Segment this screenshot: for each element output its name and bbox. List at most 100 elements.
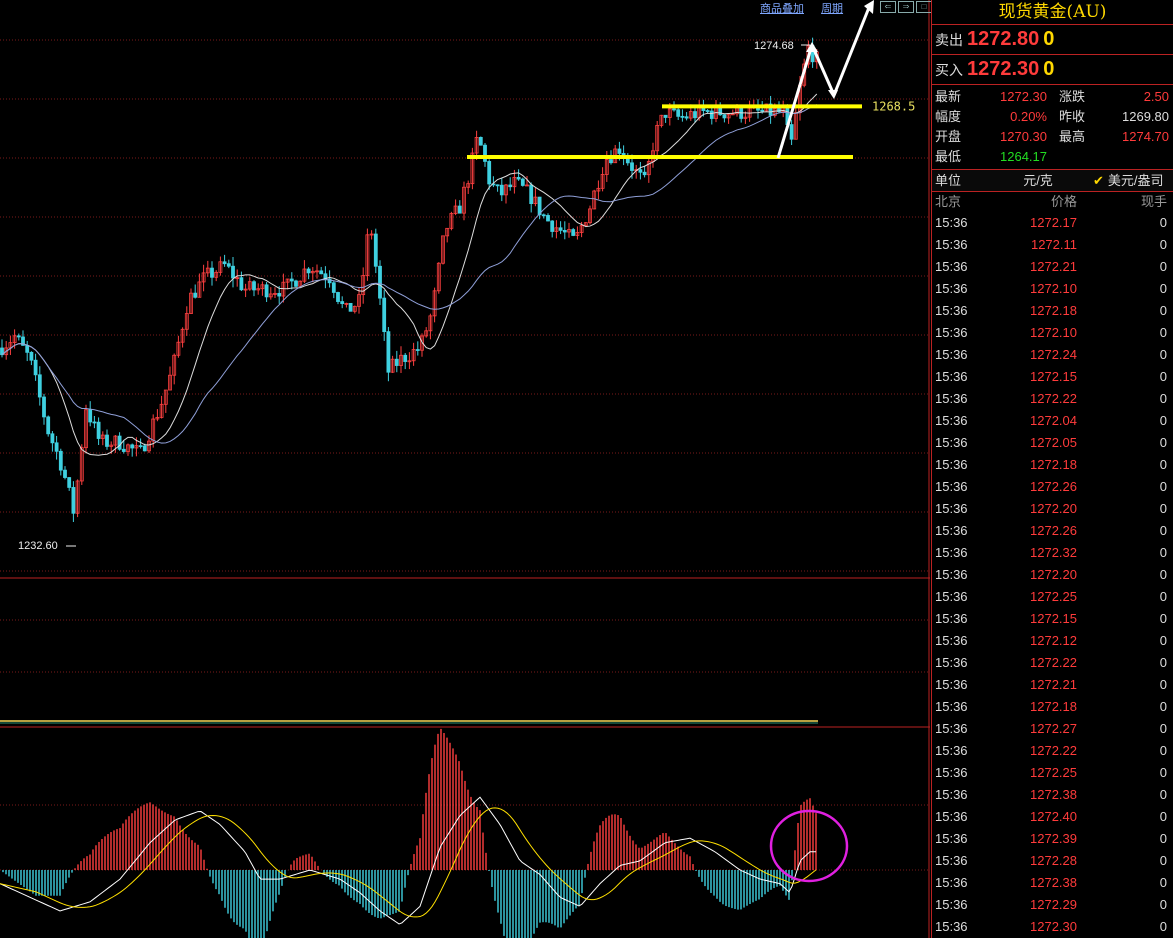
stat-key: 幅度 [935,109,962,124]
candle-body [499,184,504,196]
nav-expand-icon[interactable]: □ [916,1,932,13]
candle-body [319,270,324,275]
tick-volume: 0 [1159,435,1167,450]
candlestick-chart-area[interactable]: 1268.5 1274.68 1232.60 商品叠加 周期 ⇐ ⇒ □ [0,0,932,938]
chart-nav-buttons: ⇐ ⇒ □ [880,1,932,13]
buy-volume: 0 [1043,58,1055,80]
tick-time: 15:36 [935,787,968,802]
tick-time: 15:36 [935,545,968,560]
candle-body [348,302,353,312]
stat-key: 昨收 [1059,109,1086,124]
tick-price: 1272.20 [1030,501,1077,516]
quote-panel: 现货黄金(AU) 卖出 1272.80 0 买入 1272.30 0 最新 12… [931,0,1173,938]
stat-key: 最高 [1059,129,1086,144]
candle-body [415,349,420,351]
buy-price: 1272.30 [967,58,1040,80]
candle-body [550,220,555,232]
candle-body [663,114,668,118]
tick-time: 15:36 [935,259,968,274]
candle-body [722,114,727,119]
ma-line-short [1,93,818,456]
tick-time: 15:36 [935,347,968,362]
low-price-label: 1232.60 [18,540,58,552]
tick-volume: 0 [1159,875,1167,890]
candle-body [340,301,345,305]
tick-price: 1272.04 [1030,413,1077,428]
tick-row: 15:36 1272.26 0 [932,476,1173,498]
candle-body [50,433,55,444]
candle-body [617,148,622,154]
unit-option-usd[interactable]: ✔ 美元/盎司 [1093,170,1173,191]
unit-option-cny[interactable]: 元/克 [983,170,1093,191]
tick-price: 1272.10 [1030,281,1077,296]
tick-price: 1272.26 [1030,479,1077,494]
tick-price: 1272.18 [1030,457,1077,472]
stat-key: 涨跌 [1059,89,1086,104]
tick-row: 15:36 1272.10 0 [932,278,1173,300]
stat-key: 最低 [935,149,962,164]
tick-row: 15:36 1272.38 0 [932,784,1173,806]
sell-quote[interactable]: 卖出 1272.80 0 [932,25,1173,55]
tick-volume: 0 [1159,589,1167,604]
stats-row: 最新 1272.30 涨跌 2.50 [932,87,1173,107]
tick-volume: 0 [1159,809,1167,824]
tick-row: 15:36 1272.29 0 [932,894,1173,916]
stat-value: 1264.17 [1000,149,1047,164]
period-link[interactable]: 周期 [821,3,843,15]
tick-volume: 0 [1159,897,1167,912]
sell-label: 卖出 [935,31,963,48]
chart-svg[interactable]: 1268.5 1274.68 1232.60 [0,0,930,938]
tick-volume: 0 [1159,281,1167,296]
candle-body [46,416,51,435]
tick-time: 15:36 [935,765,968,780]
tick-row: 15:36 1272.38 0 [932,872,1173,894]
tick-price: 1272.39 [1030,831,1077,846]
buy-quote[interactable]: 买入 1272.30 0 [932,55,1173,85]
stat-value: 1272.30 [1000,89,1047,104]
candle-body [252,281,256,291]
candle-body [130,444,135,449]
ticks-list[interactable]: 15:36 1272.17 0 15:36 1272.11 0 15:36 1272.21 0 1… [932,212,1173,938]
tick-row: 15:36 1272.15 0 [932,608,1173,630]
candle-body [71,487,76,514]
candle-body [226,263,231,267]
tick-volume: 0 [1159,523,1167,538]
tick-time: 15:36 [935,369,968,384]
candle-body [239,277,244,291]
candle-body [546,215,550,222]
tick-row: 15:36 1272.40 0 [932,806,1173,828]
col-price-header: 价格 [1050,194,1077,209]
candle-body [386,331,391,373]
tick-row: 15:36 1272.15 0 [932,366,1173,388]
tick-volume: 0 [1159,413,1167,428]
tick-volume: 0 [1159,215,1167,230]
instrument-title: 现货黄金(AU) [932,0,1173,25]
candle-body [29,351,34,361]
tick-volume: 0 [1159,237,1167,252]
tick-row: 15:36 1272.22 0 [932,740,1173,762]
tick-time: 15:36 [935,721,968,736]
tick-time: 15:36 [935,413,968,428]
tick-volume: 0 [1159,655,1167,670]
tick-price: 1272.22 [1030,391,1077,406]
nav-right-icon[interactable]: ⇒ [898,1,914,13]
tick-volume: 0 [1159,831,1167,846]
candle-body [25,344,30,353]
overlay-link[interactable]: 商品叠加 [760,3,804,15]
nav-left-icon[interactable]: ⇐ [880,1,896,13]
tick-price: 1272.28 [1030,853,1077,868]
tick-price: 1272.40 [1030,809,1077,824]
candle-body [403,354,408,362]
candle-body [684,116,689,119]
stat-value: 0.20% [1010,109,1047,124]
tick-time: 15:36 [935,853,968,868]
tick-volume: 0 [1159,633,1167,648]
tick-row: 15:36 1272.28 0 [932,850,1173,872]
tick-row: 15:36 1272.12 0 [932,630,1173,652]
tick-volume: 0 [1159,501,1167,516]
tick-time: 15:36 [935,325,968,340]
candle-body [193,292,198,298]
candle-body [672,108,676,111]
candle-body [457,205,462,214]
tick-volume: 0 [1159,721,1167,736]
